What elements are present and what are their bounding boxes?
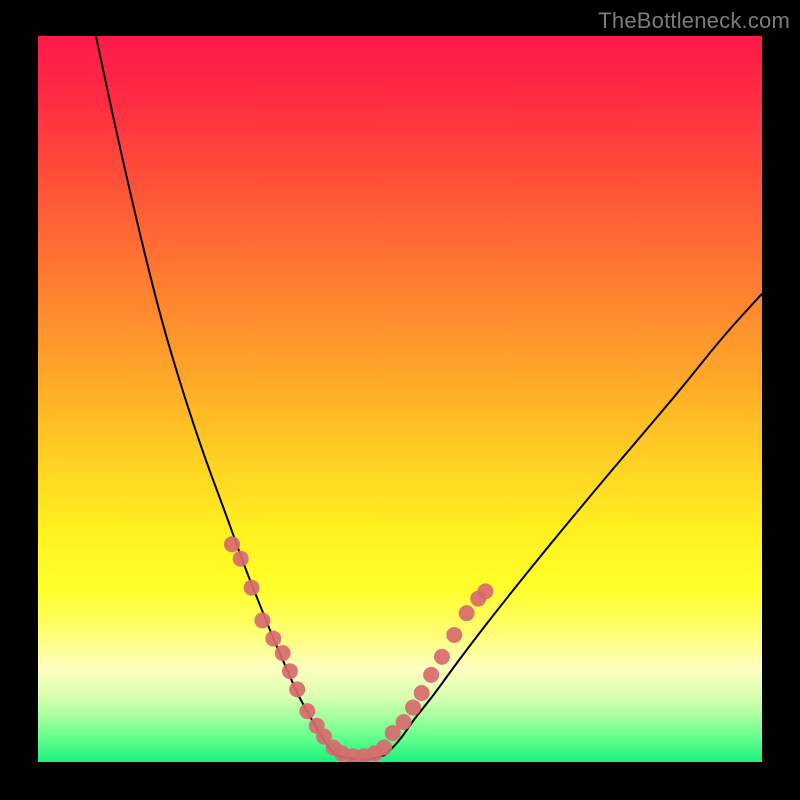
- plot-area: [38, 36, 762, 762]
- point-markers-left: [254, 612, 270, 628]
- point-markers-right: [459, 605, 475, 621]
- chart-overlay: [38, 36, 762, 762]
- watermark-text: TheBottleneck.com: [598, 8, 790, 34]
- point-markers-left: [265, 631, 281, 647]
- point-markers-right: [423, 667, 439, 683]
- point-markers-right: [434, 649, 450, 665]
- point-markers-right: [414, 685, 430, 701]
- point-markers-left: [275, 645, 291, 661]
- point-markers-bottom: [376, 739, 392, 755]
- point-markers-left: [299, 703, 315, 719]
- point-markers-right: [405, 700, 421, 716]
- scatter-layer: [224, 536, 493, 762]
- point-markers-left: [224, 536, 240, 552]
- point-markers-left: [282, 663, 298, 679]
- point-markers-right: [477, 583, 493, 599]
- point-markers-left: [233, 551, 249, 567]
- point-markers-right: [396, 714, 412, 730]
- chart-frame: TheBottleneck.com: [0, 0, 800, 800]
- series-left-curve: [96, 36, 335, 755]
- point-markers-left: [289, 681, 305, 697]
- point-markers-right: [446, 627, 462, 643]
- line-series-layer: [96, 36, 762, 759]
- series-right-curve: [386, 294, 762, 755]
- point-markers-left: [244, 580, 260, 596]
